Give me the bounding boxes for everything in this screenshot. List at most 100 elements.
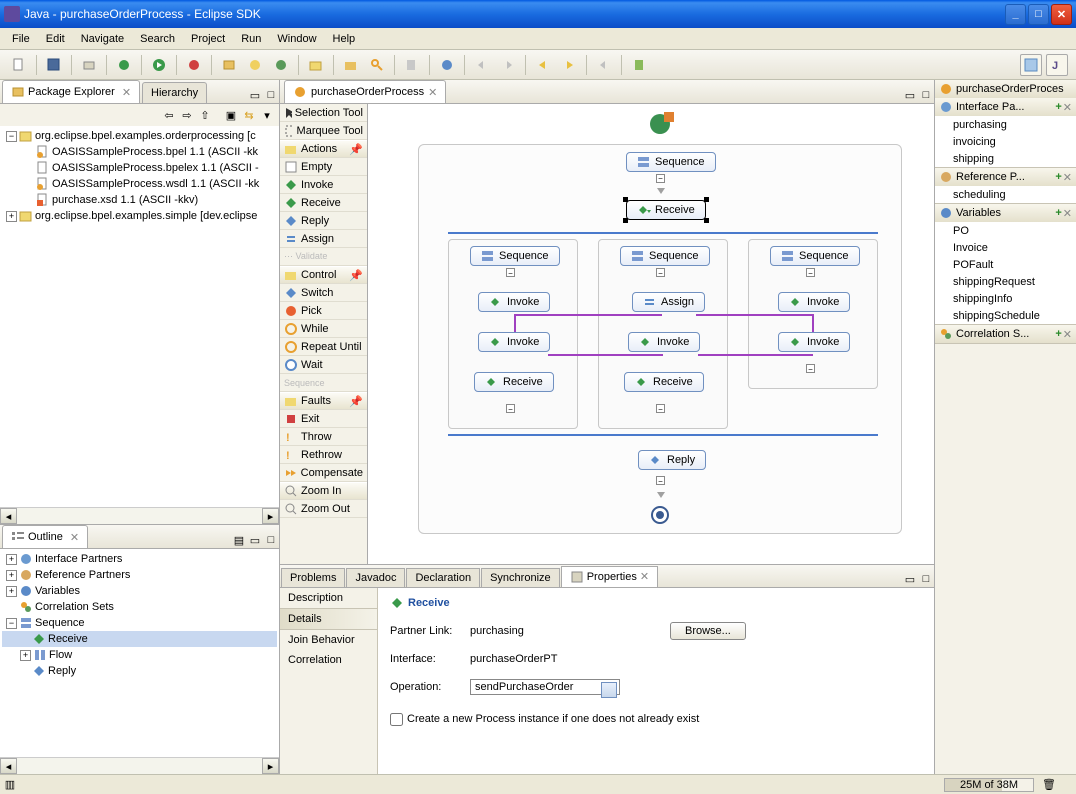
add-icon[interactable]: + (1055, 171, 1061, 184)
variable-item[interactable]: Invoice (935, 239, 1076, 256)
variable-item[interactable]: PO (935, 222, 1076, 239)
project-node-1[interactable]: − org.eclipse.bpel.examples.orderprocess… (2, 128, 277, 144)
menu-edit[interactable]: Edit (38, 31, 73, 47)
sequence-node[interactable]: Sequence (626, 152, 716, 172)
scrollbar-horizontal[interactable]: ◂▸ (0, 507, 279, 524)
close-icon[interactable]: ✕ (428, 86, 437, 99)
ext-tools-button[interactable] (183, 54, 205, 76)
palette-control-header[interactable]: Control📌 (280, 266, 367, 284)
print-button[interactable] (78, 54, 100, 76)
partner-item[interactable]: scheduling (935, 186, 1076, 203)
palette-switch[interactable]: Switch (280, 284, 367, 302)
partner-item[interactable]: shipping (935, 150, 1076, 167)
package-explorer-tree[interactable]: − org.eclipse.bpel.examples.orderprocess… (0, 126, 279, 507)
close-button[interactable]: ✕ (1051, 4, 1072, 25)
run-button[interactable] (148, 54, 170, 76)
maximize-editor-icon[interactable]: □ (918, 87, 934, 103)
maximize-view-icon[interactable]: □ (918, 571, 934, 587)
delete-icon[interactable]: ✕ (1063, 101, 1072, 114)
palette-zoom-in[interactable]: Zoom In (280, 482, 367, 500)
props-nav-correlation[interactable]: Correlation (280, 650, 377, 670)
correlation-sets-header[interactable]: Correlation S...+✕ (935, 325, 1076, 343)
new-type-button[interactable] (270, 54, 292, 76)
palette-reply[interactable]: Reply (280, 212, 367, 230)
back-button[interactable] (532, 54, 554, 76)
interface-partners-header[interactable]: Interface Pa...+✕ (935, 98, 1076, 116)
search-button[interactable] (366, 54, 388, 76)
sequence-node[interactable]: Sequence (620, 246, 710, 266)
memory-indicator[interactable]: 25M of 38M (944, 778, 1034, 792)
open-button[interactable] (305, 54, 327, 76)
perspective-button-1[interactable] (1020, 54, 1042, 76)
outline-correlation-sets[interactable]: Correlation Sets (2, 599, 277, 615)
menu-icon[interactable]: ▾ (259, 107, 275, 123)
perspective-java-button[interactable]: J (1046, 54, 1068, 76)
new-class-button[interactable] (244, 54, 266, 76)
invoke-node[interactable]: Invoke (628, 332, 700, 352)
create-instance-checkbox[interactable] (390, 713, 403, 726)
debug-button[interactable] (113, 54, 135, 76)
pin-button[interactable] (628, 54, 650, 76)
palette-zoom-out[interactable]: Zoom Out (280, 500, 367, 518)
outline-reply[interactable]: Reply (2, 663, 277, 679)
palette-repeat-until[interactable]: Repeat Until (280, 338, 367, 356)
tab-declaration[interactable]: Declaration (406, 568, 480, 587)
receive-node-selected[interactable]: Receive (626, 200, 706, 220)
up-icon[interactable]: ⇧ (197, 107, 213, 123)
annotate-button[interactable] (401, 54, 423, 76)
variable-item[interactable]: shippingInfo (935, 290, 1076, 307)
back-icon[interactable]: ⇦ (161, 107, 177, 123)
palette-while[interactable]: While (280, 320, 367, 338)
delete-icon[interactable]: ✕ (1063, 171, 1072, 184)
menu-project[interactable]: Project (183, 31, 233, 47)
tab-synchronize[interactable]: Synchronize (481, 568, 560, 587)
reference-partners-header[interactable]: Reference P...+✕ (935, 168, 1076, 186)
palette-throw[interactable]: !Throw (280, 428, 367, 446)
variable-item[interactable]: shippingRequest (935, 273, 1076, 290)
variable-item[interactable]: POFault (935, 256, 1076, 273)
partner-item[interactable]: purchasing (935, 116, 1076, 133)
maximize-button[interactable]: □ (1028, 4, 1049, 25)
palette-compensate[interactable]: Compensate (280, 464, 367, 482)
palette-marquee-tool[interactable]: Marquee Tool (280, 122, 367, 140)
sequence-node[interactable]: Sequence (770, 246, 860, 266)
assign-node[interactable]: Assign (632, 292, 705, 312)
minimize-editor-icon[interactable]: ▭ (902, 87, 918, 103)
minimize-view-icon[interactable]: ▭ (902, 571, 918, 587)
menu-file[interactable]: File (4, 31, 38, 47)
menu-run[interactable]: Run (233, 31, 269, 47)
partner-item[interactable]: invoicing (935, 133, 1076, 150)
close-icon[interactable]: ✕ (122, 86, 131, 99)
minimize-view-icon[interactable]: ▭ (247, 87, 263, 103)
add-icon[interactable]: + (1055, 207, 1061, 220)
collapse-icon[interactable]: ▣ (223, 107, 239, 123)
browse-button[interactable]: Browse... (670, 622, 746, 640)
menu-search[interactable]: Search (132, 31, 183, 47)
add-icon[interactable]: + (1055, 101, 1061, 114)
palette-invoke[interactable]: Invoke (280, 176, 367, 194)
trash-icon[interactable]: 🗑 (1042, 778, 1056, 791)
delete-icon[interactable]: ✕ (1063, 207, 1072, 220)
end-node[interactable] (651, 506, 669, 524)
variable-item[interactable]: shippingSchedule (935, 307, 1076, 324)
bpel-canvas[interactable]: Sequence − Receive (368, 104, 934, 564)
palette-exit[interactable]: Exit (280, 410, 367, 428)
process-header[interactable]: purchaseOrderProces (935, 80, 1076, 98)
invoke-node[interactable]: Invoke (778, 332, 850, 352)
file-node-3[interactable]: OASISSampleProcess.wsdl 1.1 (ASCII -kk (2, 176, 277, 192)
palette-assign[interactable]: Assign (280, 230, 367, 248)
receive-node[interactable]: Receive (624, 372, 704, 392)
forward-button[interactable] (558, 54, 580, 76)
menu-navigate[interactable]: Navigate (73, 31, 132, 47)
tab-problems[interactable]: Problems (281, 568, 345, 587)
file-node-2[interactable]: OASISSampleProcess.bpelex 1.1 (ASCII - (2, 160, 277, 176)
add-icon[interactable]: + (1055, 328, 1061, 341)
project-node-2[interactable]: + org.eclipse.bpel.examples.simple [dev.… (2, 208, 277, 224)
props-nav-join-behavior[interactable]: Join Behavior (280, 630, 377, 650)
minimize-view-icon[interactable]: ▭ (247, 532, 263, 548)
editor-tab[interactable]: purchaseOrderProcess ✕ (284, 80, 446, 103)
forward-icon[interactable]: ⇨ (179, 107, 195, 123)
operation-combo[interactable]: sendPurchaseOrder (470, 679, 620, 695)
palette-pick[interactable]: Pick (280, 302, 367, 320)
variables-header[interactable]: Variables+✕ (935, 204, 1076, 222)
